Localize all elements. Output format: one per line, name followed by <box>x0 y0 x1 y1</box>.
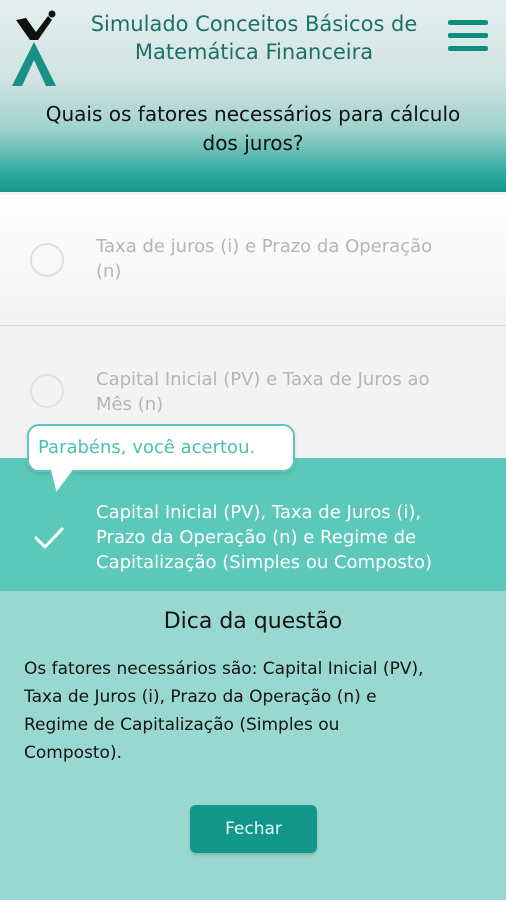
answer-option-line: Capital Inicial (PV), Taxa de Juros (i), <box>96 502 422 523</box>
app-title-line2: Matemática Financeira <box>134 40 374 64</box>
answer-option-label: Taxa de juros (i) e Prazo da Operação (n… <box>96 234 486 284</box>
close-button[interactable]: Fechar <box>190 805 317 853</box>
hint-line: Os fatores necessários são: Capital Inic… <box>24 659 424 679</box>
hint-text: Os fatores necessários são: Capital Inic… <box>24 655 484 767</box>
radio-circle-icon[interactable] <box>30 243 64 277</box>
app-header: Simulado Conceitos Básicos de Matemática… <box>0 0 506 192</box>
hint-line: Regime de Capitalização (Simples ou <box>24 715 340 735</box>
answer-option-line: Capitalização (Simples ou Composto) <box>96 552 433 573</box>
hamburger-menu-icon[interactable] <box>448 20 488 58</box>
hint-line: Taxa de Juros (i), Prazo da Operação (n)… <box>24 687 377 707</box>
hint-title: Dica da questão <box>163 609 343 634</box>
app-title: Simulado Conceitos Básicos de Matemática… <box>74 10 434 66</box>
question-line2: dos juros? <box>202 131 304 155</box>
answer-option-label: Capital Inicial (PV) e Taxa de Juros ao … <box>96 367 486 417</box>
answer-option-line: Mês (n) <box>96 394 164 415</box>
radio-circle-icon[interactable] <box>30 374 64 408</box>
answer-option-line: Taxa de juros (i) e Prazo da Operação <box>96 236 433 257</box>
question-line1: Quais os fatores necessários para cálcul… <box>45 102 461 126</box>
hint-panel: Dica da questão Os fatores necessários s… <box>0 591 506 900</box>
answer-option-label: Capital Inicial (PV), Taxa de Juros (i),… <box>96 500 486 575</box>
answer-option-line: Capital Inicial (PV) e Taxa de Juros ao <box>96 369 430 390</box>
app-title-line1: Simulado Conceitos Básicos de <box>90 12 418 36</box>
feedback-bubble: Parabéns, você acertou. <box>27 424 295 472</box>
logo-icon <box>12 10 56 86</box>
answer-option-line: (n) <box>96 261 122 282</box>
feedback-bubble-tail <box>50 468 75 496</box>
checkmark-icon <box>34 527 64 549</box>
answer-option-1[interactable]: Taxa de juros (i) e Prazo da Operação (n… <box>0 195 506 326</box>
hint-line: Composto). <box>24 743 122 763</box>
answer-option-line: Prazo da Operação (n) e Regime de <box>96 527 417 548</box>
question-text: Quais os fatores necessários para cálcul… <box>20 100 486 158</box>
